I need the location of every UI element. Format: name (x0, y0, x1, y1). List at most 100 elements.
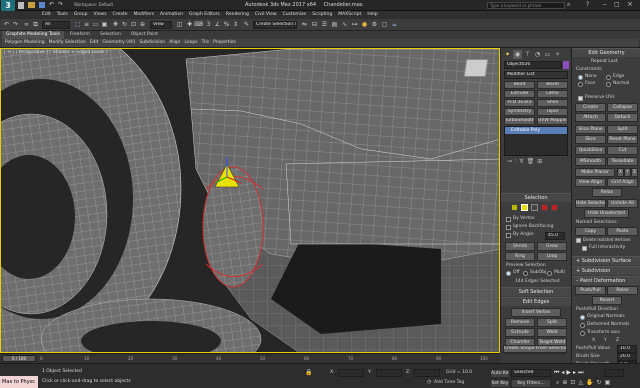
tab-object-paint[interactable]: Object Paint (127, 31, 162, 39)
subtab-subdivision[interactable]: Subdivision (139, 39, 165, 47)
modifier-button-extrude[interactable]: Extrude (504, 90, 535, 98)
menu-item-animation[interactable]: Animation (160, 11, 183, 19)
utilities-tab-icon[interactable]: ✧ (553, 50, 562, 59)
rotate-icon[interactable]: ↻ (120, 20, 129, 29)
angle-snap-icon[interactable]: ∠ (213, 20, 222, 29)
transform-axis-radio[interactable] (580, 331, 585, 336)
by-vertex-checkbox[interactable] (506, 217, 511, 222)
subtab-align[interactable]: Align (169, 39, 180, 47)
full-interactivity-checkbox[interactable] (582, 246, 587, 251)
snaps-toggle-icon[interactable]: 3 (204, 20, 213, 29)
by-angle-field[interactable]: 45.0 (545, 232, 565, 240)
subdivision-displacement-header[interactable]: + Subdivision Displacement (572, 266, 640, 282)
planar-z-button[interactable]: Z (631, 168, 638, 177)
constraint-edge-radio[interactable] (606, 75, 611, 80)
keyboard-shortcut-icon[interactable]: ⌨ (194, 20, 203, 29)
edit-edges-header[interactable]: Edit Edges (501, 297, 571, 306)
menu-item-civil-view[interactable]: Civil View (255, 11, 277, 19)
slice-button[interactable]: Slice (575, 135, 606, 144)
hide-unselected-button[interactable]: Hide Unselected (584, 209, 629, 218)
subtab-geometry[interactable]: Geometry (All) (102, 39, 135, 47)
menu-item-create[interactable]: Create (113, 11, 128, 19)
tab-selection[interactable]: Selection (96, 31, 125, 39)
zoom-extents-icon[interactable]: ⊡ (570, 379, 575, 387)
preserve-uvs-checkbox[interactable] (578, 96, 583, 101)
maxscript-listener[interactable]: Max to Physc (0, 376, 38, 388)
attach-button[interactable]: Attach (575, 113, 606, 122)
menu-item-scripting[interactable]: Scripting (312, 11, 332, 19)
soft-selection-header[interactable]: Soft Selection (501, 287, 571, 296)
subtab-modify-selection[interactable]: Modify Selection (49, 39, 86, 47)
collapse-button[interactable]: Collapse (607, 103, 638, 112)
menu-item-edit[interactable]: Edit (42, 11, 51, 19)
preview-multi-radio[interactable] (547, 271, 552, 276)
redo-icon[interactable]: ↷ (58, 2, 63, 9)
modifier-button-turbosmooth[interactable]: TurboSmooth (504, 117, 535, 125)
subtab-loops[interactable]: Loops (184, 39, 197, 47)
detach-button[interactable]: Detach (607, 113, 638, 122)
pin-stack-icon[interactable]: ⊸ (507, 158, 512, 166)
menu-item-group[interactable]: Group (74, 11, 88, 19)
subtab-edit[interactable]: Edit (90, 39, 99, 47)
menu-item-modifiers[interactable]: Modifiers (134, 11, 155, 19)
stack-item-editable-poly[interactable]: Editable Poly (505, 127, 567, 134)
lock-selection-icon[interactable]: 🔒 (305, 369, 312, 376)
display-tab-icon[interactable]: ▭ (543, 50, 552, 59)
repeat-last-label[interactable]: Repeat Last (591, 59, 618, 64)
border-level-icon[interactable] (531, 204, 538, 211)
go-to-end-icon[interactable]: ⏭ (578, 369, 583, 377)
remove-button[interactable]: Remove (505, 318, 535, 327)
maximize-icon[interactable]: □ (614, 1, 620, 8)
hierarchy-tab-icon[interactable]: ⊤ (523, 50, 532, 59)
axis-z-label[interactable]: Z (616, 338, 619, 343)
menu-item-customize[interactable]: Customize (283, 11, 307, 19)
menu-item-rendering[interactable]: Rendering (226, 11, 249, 19)
undo-icon[interactable]: ↶ (49, 2, 54, 9)
search-input[interactable]: Type a keyword or phrase (487, 2, 565, 9)
selection-rollout-header[interactable]: Selection (501, 193, 571, 202)
set-key-button[interactable]: Set Key (490, 379, 510, 388)
add-time-tag-icon[interactable]: ◷ (427, 379, 431, 385)
relax-button[interactable]: Relax (592, 188, 622, 197)
axis-y-label[interactable]: Y (604, 338, 607, 343)
mirror-icon[interactable]: ⇋ (300, 20, 309, 29)
modifier-button-lathe[interactable]: Lathe (537, 90, 568, 98)
align-icon[interactable]: ⊟ (310, 20, 319, 29)
add-time-tag[interactable]: Add Time Tag (434, 380, 464, 385)
render-icon[interactable]: ☕ (390, 20, 399, 29)
view-align-button[interactable]: View Align (575, 178, 606, 187)
subtab-properties[interactable]: Properties (213, 39, 236, 47)
new-file-icon[interactable] (18, 2, 24, 9)
constraint-face-radio[interactable] (578, 82, 583, 87)
brush-size-field[interactable]: 20.0 (617, 353, 637, 361)
key-filters-button[interactable]: Key Filters... (511, 379, 551, 388)
zoom-icon[interactable]: ⌕ (556, 379, 559, 387)
zoom-all-icon[interactable]: ⊕ (562, 379, 567, 387)
relax-paint-button[interactable]: Relax (607, 286, 638, 295)
close-icon[interactable]: × (627, 0, 633, 8)
rendered-frame-icon[interactable]: ▢ (380, 20, 389, 29)
show-end-result-icon[interactable]: ⫶ (515, 158, 517, 166)
ignore-backfacing-checkbox[interactable] (506, 225, 511, 230)
deformed-normals-radio[interactable] (580, 323, 585, 328)
delete-isolated-checkbox[interactable] (576, 238, 581, 243)
toggle-ribbon-icon[interactable]: ▤ (330, 20, 339, 29)
auto-key-button[interactable]: Auto Key (490, 369, 510, 378)
x-coord-field[interactable] (338, 369, 364, 377)
constraint-normal-radio[interactable] (606, 82, 611, 87)
current-frame-field[interactable] (604, 369, 624, 377)
paint-deformation-header[interactable]: – Paint Deformation (572, 276, 640, 285)
insert-vertex-button[interactable]: Insert Vertex (511, 308, 561, 317)
copy-button[interactable]: Copy (575, 227, 606, 236)
menu-item-maxscript[interactable]: MAXScript (338, 11, 361, 19)
named-selection-dropdown[interactable]: Create Selection Se (253, 21, 297, 29)
window-crossing-icon[interactable]: ▣ (100, 20, 109, 29)
object-color-swatch[interactable] (563, 61, 569, 69)
remove-modifier-icon[interactable]: 🗑 (527, 158, 535, 166)
previous-frame-icon[interactable]: ◂ (561, 369, 564, 377)
menu-item-graph-editors[interactable]: Graph Editors (189, 11, 220, 19)
viewport[interactable]: [ + ] [ Perspective ] [ Shaded + Edged F… (0, 48, 500, 353)
play-icon[interactable]: ▶ (566, 369, 571, 377)
constraint-none-radio[interactable] (578, 75, 583, 80)
pan-icon[interactable]: ✋ (586, 379, 593, 387)
